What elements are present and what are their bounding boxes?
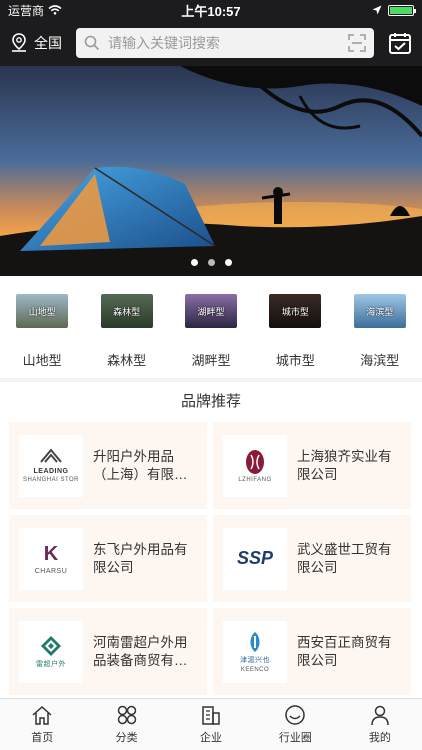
brand-card[interactable]: LEADING SHANGHAI STOR 升阳户外用品（上海）有限公司 bbox=[9, 422, 207, 509]
logo-text: SSP bbox=[236, 548, 274, 568]
top-bar: 运营商 上午10:57 全国 请输入关键词搜索 bbox=[0, 0, 422, 66]
header: 全国 请输入关键词搜索 bbox=[0, 20, 422, 66]
logo-text: 雷超户外 bbox=[36, 660, 66, 668]
scan-icon[interactable] bbox=[348, 34, 366, 52]
category-thumbnail: 城市型 bbox=[269, 294, 322, 328]
thumb-label: 山地型 bbox=[28, 306, 56, 317]
thumb-label: 海滨型 bbox=[366, 306, 394, 317]
brand-card[interactable]: K CHARSU 东飞户外用品有限公司 bbox=[9, 515, 207, 602]
leading-logo-icon bbox=[40, 448, 62, 463]
category-label: 森林型 bbox=[107, 353, 147, 368]
tab-profile[interactable]: 我的 bbox=[338, 699, 422, 750]
home-icon bbox=[32, 705, 52, 725]
clock: 上午10:57 bbox=[181, 3, 241, 19]
brand-grid: LEADING SHANGHAI STOR 升阳户外用品（上海）有限公司 LZH… bbox=[0, 422, 422, 695]
camping-tent-photo bbox=[0, 66, 422, 276]
brand-card[interactable]: 雷超户外 河南雷超户外用品装备商贸有限公司 bbox=[9, 608, 207, 695]
brand-logo: 津滬兴也 KEENCO bbox=[223, 620, 287, 683]
brand-logo: LZHIFANG bbox=[223, 434, 287, 497]
category-seaside[interactable]: 海滨型 海滨型 bbox=[345, 294, 415, 378]
brand-card[interactable]: LZHIFANG 上海狼齐实业有限公司 bbox=[213, 422, 411, 509]
location-label: 全国 bbox=[34, 35, 62, 51]
brand-card[interactable]: 津滬兴也 KEENCO 西安百正商贸有限公司 bbox=[213, 608, 411, 695]
brand-name: 西安百正商贸有限公司 bbox=[297, 634, 392, 668]
wifi-icon bbox=[48, 5, 62, 15]
category-thumbnail: 湖畔型 bbox=[184, 294, 237, 328]
search-input[interactable]: 请输入关键词搜索 bbox=[76, 28, 374, 58]
carrier: 运营商 bbox=[8, 2, 62, 19]
carousel-indicators bbox=[0, 259, 422, 266]
logo-text: 津滬兴也 bbox=[240, 656, 270, 664]
logo-subtext: SHANGHAI STOR bbox=[22, 477, 80, 483]
logo-subtext: KEENCO bbox=[240, 666, 270, 673]
map-pin-icon bbox=[12, 33, 26, 52]
circle-icon bbox=[285, 705, 306, 725]
logo-text: CHARSU bbox=[34, 567, 68, 575]
user-icon bbox=[371, 705, 389, 726]
category-city[interactable]: 城市型 城市型 bbox=[260, 294, 330, 378]
bottom-tab-bar: 首页 分类 企业 行业圈 我的 bbox=[0, 698, 422, 750]
tab-label: 我的 bbox=[368, 732, 391, 744]
category-lakeside[interactable]: 湖畔型 湖畔型 bbox=[176, 294, 246, 378]
calendar-check-icon bbox=[389, 33, 411, 54]
brand-card[interactable]: SSP 武义盛世工贸有限公司 bbox=[213, 515, 411, 602]
thumb-label: 城市型 bbox=[281, 306, 309, 317]
category-label: 海滨型 bbox=[360, 353, 400, 368]
tab-company[interactable]: 企业 bbox=[169, 699, 253, 750]
tab-category[interactable]: 分类 bbox=[84, 699, 168, 750]
category-label: 城市型 bbox=[275, 353, 315, 368]
category-row: 山地型 山地型 森林型 森林型 湖畔型 湖畔型 城市型 城市型 海滨型 海滨型 bbox=[0, 276, 422, 378]
category-label: 湖畔型 bbox=[191, 353, 231, 368]
lzhifang-logo-icon bbox=[246, 449, 264, 474]
tab-label: 首页 bbox=[31, 732, 54, 744]
carrier-label: 运营商 bbox=[8, 3, 45, 18]
brand-name: 武义盛世工贸有限公司 bbox=[297, 541, 392, 575]
company-icon bbox=[202, 706, 220, 725]
location-arrow-icon bbox=[372, 5, 382, 15]
category-thumbnail: 海滨型 bbox=[353, 294, 406, 328]
carousel-dot[interactable] bbox=[224, 259, 232, 266]
location-selector[interactable]: 全国 bbox=[10, 33, 68, 53]
category-icon bbox=[117, 705, 136, 725]
brand-logo: 雷超户外 bbox=[19, 620, 83, 683]
thumb-label: 森林型 bbox=[113, 306, 141, 317]
tab-industry-circle[interactable]: 行业圈 bbox=[253, 699, 337, 750]
brand-recommendations: 品牌推荐 LEADING SHANGHAI STOR 升阳户外用品（上海）有限公… bbox=[0, 382, 422, 698]
banner-carousel[interactable] bbox=[0, 66, 422, 276]
category-mountain[interactable]: 山地型 山地型 bbox=[7, 294, 77, 378]
logo-text: LZHIFANG bbox=[238, 476, 272, 483]
brand-logo: LEADING SHANGHAI STOR bbox=[19, 434, 83, 497]
keenco-logo-icon bbox=[250, 631, 260, 652]
search-placeholder: 请输入关键词搜索 bbox=[108, 35, 220, 51]
section-title: 品牌推荐 bbox=[180, 393, 241, 410]
leichao-logo-icon bbox=[41, 635, 61, 656]
logo-text: LEADING bbox=[33, 468, 69, 475]
tab-label: 行业圈 bbox=[278, 732, 312, 744]
brand-logo: K CHARSU bbox=[19, 527, 83, 590]
carousel-dot[interactable] bbox=[190, 259, 198, 266]
carousel-dot[interactable] bbox=[207, 259, 215, 266]
category-forest[interactable]: 森林型 森林型 bbox=[92, 294, 162, 378]
thumb-label: 湖畔型 bbox=[197, 306, 225, 317]
category-label: 山地型 bbox=[22, 353, 62, 368]
brand-logo: SSP bbox=[223, 527, 287, 590]
category-thumbnail: 森林型 bbox=[100, 294, 153, 328]
category-thumbnail: 山地型 bbox=[16, 294, 69, 328]
search-icon bbox=[84, 35, 100, 51]
tab-label: 分类 bbox=[115, 732, 138, 744]
tab-label: 企业 bbox=[200, 732, 223, 744]
tab-home[interactable]: 首页 bbox=[0, 699, 84, 750]
brand-name: 升阳户外用品（上海）有限公司 bbox=[93, 448, 188, 482]
brand-name: 上海狼齐实业有限公司 bbox=[297, 448, 392, 482]
brand-name: 河南雷超户外用品装备商贸有限公司 bbox=[93, 634, 188, 668]
brand-name: 东飞户外用品有限公司 bbox=[93, 541, 188, 575]
status-bar: 运营商 上午10:57 bbox=[0, 0, 422, 20]
calendar-check-button[interactable] bbox=[382, 31, 412, 55]
battery-icon bbox=[388, 4, 416, 16]
charsu-mark: K bbox=[43, 542, 59, 565]
